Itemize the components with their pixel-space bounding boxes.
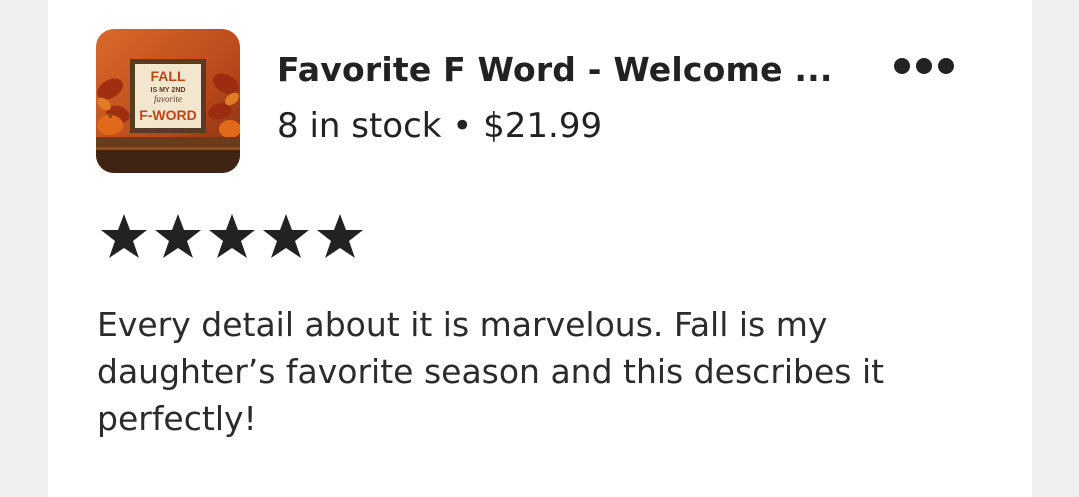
- star-icon: [207, 212, 257, 260]
- sign-text-line-1: FALL: [151, 68, 186, 84]
- star-icon: [315, 212, 365, 260]
- sign-text-line-2: IS MY 2ND: [151, 87, 186, 94]
- sign-text-line-4: F-WORD: [139, 107, 197, 123]
- more-horizontal-icon: [894, 58, 954, 74]
- thumbnail-image: FALL IS MY 2ND favorite F-WORD: [96, 29, 240, 173]
- star-icon: [261, 212, 311, 260]
- review-text: Every detail about it is marvelous. Fall…: [97, 305, 885, 438]
- more-options-button[interactable]: [886, 44, 962, 88]
- star-rating: [99, 212, 365, 260]
- listing-title[interactable]: Favorite F Word - Welcome ...: [277, 50, 847, 89]
- listing-stock-price: 8 in stock • $21.99: [277, 106, 603, 146]
- star-icon: [99, 212, 149, 260]
- review-card: FALL IS MY 2ND favorite F-WORD Favorite …: [48, 0, 1032, 497]
- star-icon: [153, 212, 203, 260]
- listing-thumbnail[interactable]: FALL IS MY 2ND favorite F-WORD: [96, 29, 240, 173]
- sign-text-line-3: favorite: [154, 94, 182, 104]
